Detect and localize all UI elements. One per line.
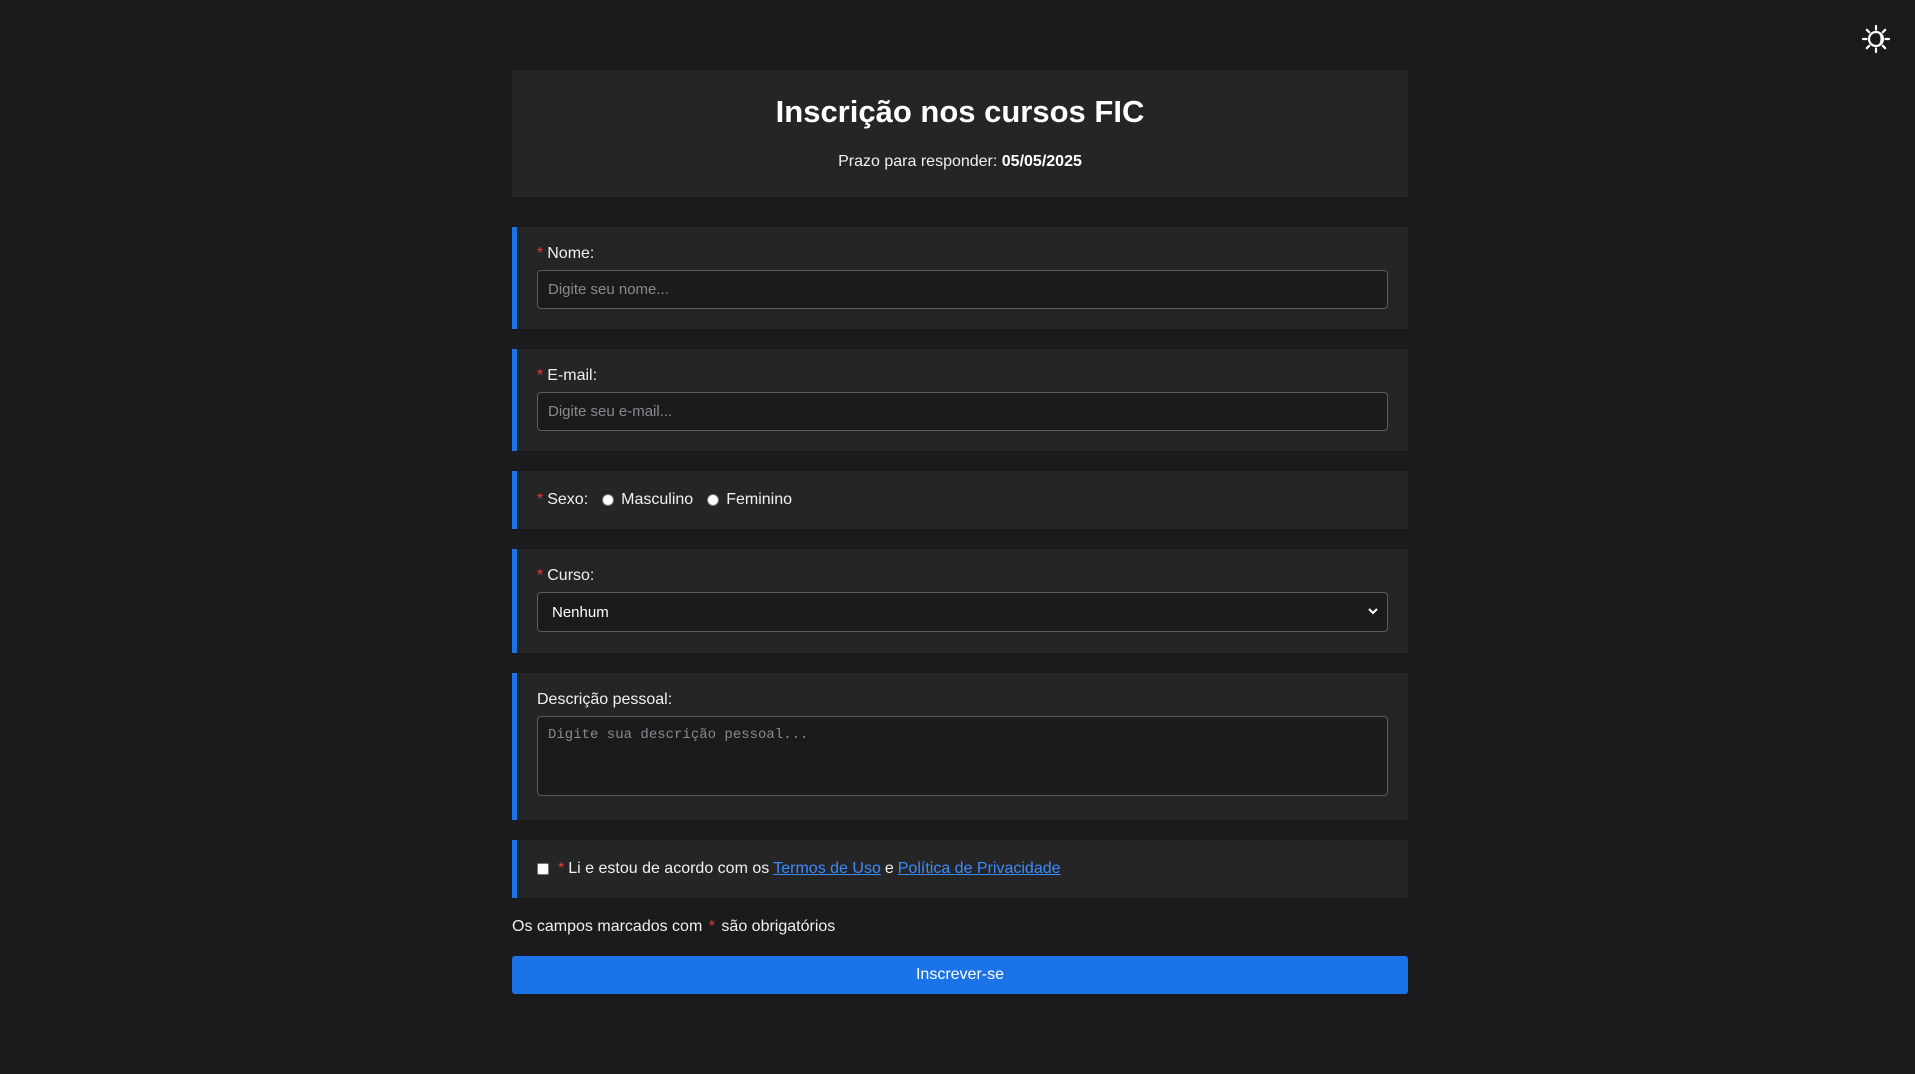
- descricao-textarea[interactable]: [537, 716, 1388, 796]
- required-mark: *: [537, 367, 544, 384]
- sun-moon-icon: [1861, 24, 1891, 54]
- terms-of-use-link[interactable]: Termos de Uso: [773, 860, 881, 878]
- terms-checkbox[interactable]: [537, 863, 549, 875]
- page-title: Inscrição nos cursos FIC: [775, 94, 1145, 129]
- field-terms: * Li e estou de acordo com os Termos de …: [512, 840, 1408, 898]
- curso-selected-value: Nenhum: [552, 603, 609, 621]
- required-mark: *: [537, 245, 544, 262]
- theme-toggle-button[interactable]: [1859, 22, 1893, 56]
- terms-row: * Li e estou de acordo com os Termos de …: [537, 840, 1388, 898]
- note-text-after: são obrigatórios: [721, 918, 836, 935]
- required-mark: *: [708, 918, 715, 935]
- required-note: Os campos marcados com * são obrigatório…: [512, 918, 1408, 936]
- curso-label-text: Curso:: [547, 567, 595, 584]
- radio-masculino[interactable]: [602, 494, 615, 506]
- email-label: * E-mail:: [537, 367, 1388, 385]
- required-mark: *: [537, 567, 544, 584]
- privacy-policy-link[interactable]: Política de Privacidade: [898, 860, 1061, 878]
- radio-masculino-label[interactable]: Masculino: [621, 491, 693, 509]
- field-sexo: * Sexo: Masculino Feminino: [512, 471, 1408, 529]
- field-descricao: Descrição pessoal:: [512, 673, 1408, 820]
- radio-feminino-label[interactable]: Feminino: [726, 491, 792, 509]
- form-header: Inscrição nos cursos FIC Prazo para resp…: [512, 70, 1408, 197]
- note-text-before: Os campos marcados com: [512, 918, 703, 935]
- terms-conjunction: e: [884, 860, 894, 877]
- email-input[interactable]: [537, 392, 1388, 431]
- required-mark: *: [558, 860, 565, 877]
- deadline-label: Prazo para responder:: [838, 153, 998, 170]
- chevron-down-icon: [1368, 608, 1378, 615]
- nome-label: * Nome:: [537, 245, 1388, 263]
- email-label-text: E-mail:: [547, 367, 598, 384]
- curso-select[interactable]: Nenhum: [537, 592, 1388, 632]
- form-container: Inscrição nos cursos FIC Prazo para resp…: [512, 70, 1408, 994]
- terms-text: Li e estou de acordo com os: [568, 860, 770, 877]
- deadline: Prazo para responder: 05/05/2025: [512, 153, 1408, 171]
- deadline-value: 05/05/2025: [1001, 153, 1082, 170]
- submit-button[interactable]: Inscrever-se: [512, 956, 1408, 994]
- field-email: * E-mail:: [512, 349, 1408, 451]
- field-nome: * Nome:: [512, 227, 1408, 329]
- sexo-label: Sexo:: [547, 491, 589, 508]
- descricao-label: Descrição pessoal:: [537, 691, 673, 708]
- nome-label-text: Nome:: [547, 245, 595, 262]
- radio-feminino[interactable]: [707, 494, 720, 506]
- curso-label: * Curso:: [537, 567, 1388, 585]
- sexo-row: * Sexo: Masculino Feminino: [537, 471, 1388, 529]
- nome-input[interactable]: [537, 270, 1388, 309]
- required-mark: *: [537, 491, 544, 508]
- field-curso: * Curso: Nenhum: [512, 549, 1408, 653]
